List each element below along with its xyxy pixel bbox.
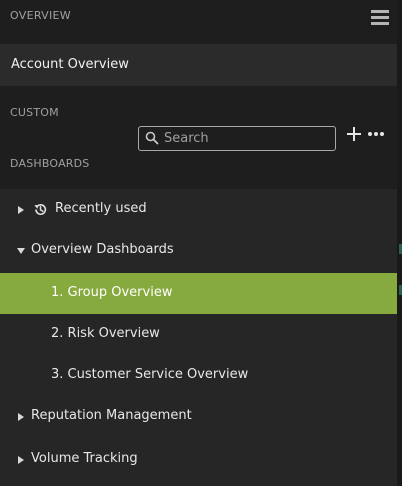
collapse-arrow-icon[interactable] (17, 248, 25, 254)
tree-item-overview-dashboards[interactable]: Overview Dashboards (0, 230, 397, 271)
dashboards-label: DASHBOARDS (10, 157, 90, 170)
tree-item-reputation-management[interactable]: Reputation Management (0, 396, 397, 437)
tree-item-label: Overview Dashboards (31, 242, 174, 257)
custom-label: CUSTOM (10, 106, 59, 119)
tree-item-label: Reputation Management (31, 408, 192, 423)
search-input[interactable] (164, 129, 329, 147)
panel-edge (397, 0, 402, 486)
hamburger-menu-icon[interactable] (371, 10, 389, 26)
tree-item-label: 3. Customer Service Overview (51, 367, 249, 382)
search-icon (145, 131, 159, 145)
dashboard-sidebar: OVERVIEW Account Overview CUSTOM DASHBOA… (0, 0, 397, 486)
history-icon (34, 204, 47, 215)
tree-item-volume-tracking[interactable]: Volume Tracking (0, 439, 397, 480)
tree-item-label: Volume Tracking (31, 451, 138, 466)
tree-item-risk-overview[interactable]: 2. Risk Overview (0, 314, 397, 355)
tree-item-label: Recently used (55, 201, 147, 216)
tree-item-label: 2. Risk Overview (51, 326, 160, 341)
account-overview-label: Account Overview (11, 57, 129, 72)
expand-arrow-icon[interactable] (18, 206, 24, 214)
plus-icon[interactable] (347, 127, 361, 141)
more-dots-icon[interactable] (368, 132, 384, 138)
expand-arrow-icon[interactable] (18, 413, 24, 421)
tree-item-recently-used[interactable]: Recently used (0, 189, 397, 230)
custom-dashboards-section: CUSTOM DASHBOARDS (0, 86, 397, 189)
expand-arrow-icon[interactable] (18, 456, 24, 464)
tree-item-group-overview[interactable]: 1. Group Overview (0, 273, 397, 314)
header-title: OVERVIEW (10, 9, 71, 22)
search-box (138, 126, 336, 151)
tree-item-customer-service-overview[interactable]: 3. Customer Service Overview (0, 355, 397, 396)
sidebar-header: OVERVIEW (0, 0, 397, 44)
tree-item-label: 1. Group Overview (51, 285, 173, 300)
account-overview-item[interactable]: Account Overview (0, 44, 397, 86)
